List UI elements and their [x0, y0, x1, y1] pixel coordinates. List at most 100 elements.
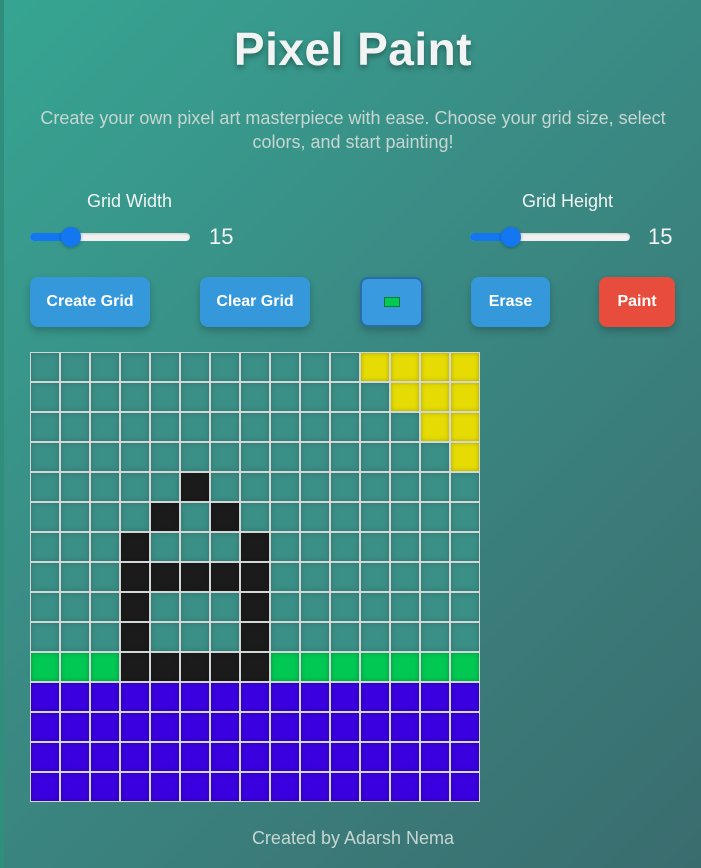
grid-cell[interactable] [420, 382, 450, 412]
grid-cell[interactable] [150, 412, 180, 442]
grid-cell[interactable] [150, 562, 180, 592]
grid-cell[interactable] [210, 622, 240, 652]
grid-cell[interactable] [60, 382, 90, 412]
grid-cell[interactable] [60, 412, 90, 442]
grid-cell[interactable] [330, 592, 360, 622]
grid-cell[interactable] [270, 442, 300, 472]
grid-cell[interactable] [270, 622, 300, 652]
grid-cell[interactable] [420, 472, 450, 502]
grid-cell[interactable] [60, 502, 90, 532]
grid-cell[interactable] [300, 562, 330, 592]
grid-width-slider-thumb[interactable] [61, 227, 82, 247]
grid-cell[interactable] [450, 592, 480, 622]
grid-cell[interactable] [450, 652, 480, 682]
grid-cell[interactable] [30, 382, 60, 412]
grid-cell[interactable] [150, 382, 180, 412]
grid-cell[interactable] [180, 592, 210, 622]
grid-cell[interactable] [390, 382, 420, 412]
grid-cell[interactable] [90, 472, 120, 502]
grid-height-slider[interactable] [470, 227, 630, 247]
grid-cell[interactable] [360, 352, 390, 382]
grid-cell[interactable] [300, 772, 330, 802]
grid-cell[interactable] [120, 502, 150, 532]
grid-cell[interactable] [210, 352, 240, 382]
grid-cell[interactable] [390, 562, 420, 592]
grid-cell[interactable] [90, 772, 120, 802]
grid-cell[interactable] [210, 442, 240, 472]
grid-cell[interactable] [420, 412, 450, 442]
grid-cell[interactable] [210, 382, 240, 412]
grid-cell[interactable] [390, 532, 420, 562]
grid-cell[interactable] [390, 412, 420, 442]
grid-cell[interactable] [120, 652, 150, 682]
grid-cell[interactable] [30, 742, 60, 772]
grid-cell[interactable] [30, 502, 60, 532]
grid-cell[interactable] [360, 382, 390, 412]
grid-cell[interactable] [240, 652, 270, 682]
grid-cell[interactable] [270, 652, 300, 682]
grid-cell[interactable] [330, 532, 360, 562]
grid-cell[interactable] [120, 412, 150, 442]
grid-cell[interactable] [240, 442, 270, 472]
grid-cell[interactable] [240, 472, 270, 502]
grid-cell[interactable] [120, 712, 150, 742]
grid-cell[interactable] [420, 742, 450, 772]
paint-button[interactable]: Paint [599, 277, 675, 327]
grid-cell[interactable] [120, 352, 150, 382]
grid-cell[interactable] [450, 502, 480, 532]
grid-cell[interactable] [120, 742, 150, 772]
grid-cell[interactable] [180, 412, 210, 442]
grid-cell[interactable] [330, 652, 360, 682]
grid-cell[interactable] [210, 562, 240, 592]
grid-cell[interactable] [420, 442, 450, 472]
grid-cell[interactable] [420, 682, 450, 712]
grid-cell[interactable] [210, 742, 240, 772]
grid-cell[interactable] [360, 442, 390, 472]
grid-cell[interactable] [150, 592, 180, 622]
grid-cell[interactable] [360, 532, 390, 562]
grid-cell[interactable] [30, 592, 60, 622]
grid-cell[interactable] [240, 622, 270, 652]
grid-cell[interactable] [90, 742, 120, 772]
grid-cell[interactable] [180, 442, 210, 472]
grid-cell[interactable] [60, 652, 90, 682]
grid-cell[interactable] [180, 682, 210, 712]
grid-cell[interactable] [360, 412, 390, 442]
grid-cell[interactable] [90, 652, 120, 682]
grid-cell[interactable] [270, 742, 300, 772]
grid-cell[interactable] [360, 472, 390, 502]
grid-cell[interactable] [210, 502, 240, 532]
grid-cell[interactable] [30, 532, 60, 562]
grid-cell[interactable] [90, 622, 120, 652]
grid-cell[interactable] [90, 532, 120, 562]
grid-cell[interactable] [360, 502, 390, 532]
grid-cell[interactable] [360, 622, 390, 652]
grid-cell[interactable] [120, 562, 150, 592]
grid-cell[interactable] [330, 442, 360, 472]
grid-cell[interactable] [180, 472, 210, 502]
grid-cell[interactable] [240, 592, 270, 622]
grid-cell[interactable] [180, 352, 210, 382]
grid-cell[interactable] [150, 352, 180, 382]
grid-cell[interactable] [210, 472, 240, 502]
grid-cell[interactable] [390, 682, 420, 712]
grid-cell[interactable] [270, 772, 300, 802]
grid-cell[interactable] [360, 712, 390, 742]
grid-cell[interactable] [330, 502, 360, 532]
grid-cell[interactable] [420, 352, 450, 382]
clear-grid-button[interactable]: Clear Grid [200, 277, 310, 327]
grid-cell[interactable] [180, 772, 210, 802]
grid-cell[interactable] [180, 502, 210, 532]
grid-cell[interactable] [270, 472, 300, 502]
grid-cell[interactable] [300, 712, 330, 742]
grid-cell[interactable] [30, 712, 60, 742]
grid-cell[interactable] [450, 742, 480, 772]
grid-cell[interactable] [240, 502, 270, 532]
grid-cell[interactable] [90, 382, 120, 412]
grid-cell[interactable] [120, 472, 150, 502]
grid-cell[interactable] [450, 352, 480, 382]
grid-cell[interactable] [420, 502, 450, 532]
grid-cell[interactable] [420, 622, 450, 652]
grid-width-slider[interactable] [30, 227, 190, 247]
grid-cell[interactable] [450, 622, 480, 652]
